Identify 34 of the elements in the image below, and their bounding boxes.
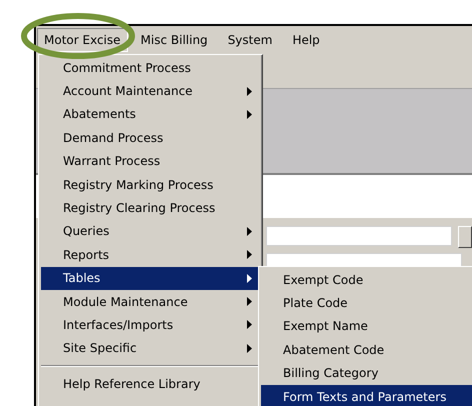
menu-bar-item[interactable]: System [220, 28, 280, 52]
menu-item[interactable]: Interfaces/Imports [41, 313, 260, 337]
menu-item[interactable]: Module Maintenance [41, 290, 260, 314]
menu-item[interactable]: Account Maintenance [41, 79, 260, 103]
submenu-arrow-icon [247, 297, 252, 306]
menu-item[interactable]: Plate Code [261, 291, 472, 315]
menu-item[interactable]: Registry Clearing Process [41, 196, 260, 220]
menu-bar-item[interactable]: Misc Billing [134, 28, 215, 52]
menu-item[interactable]: Tables [41, 266, 260, 290]
menu-item[interactable]: Abatements [41, 102, 260, 126]
submenu-arrow-icon [247, 344, 252, 353]
menu-item[interactable]: Demand Process [41, 126, 260, 150]
menu-item[interactable]: Exempt Code [261, 268, 472, 292]
submenu-arrow-icon [247, 250, 252, 260]
menu-item[interactable]: Queries [41, 220, 260, 244]
submenu-arrow-icon [247, 320, 252, 330]
menu-item[interactable]: Registry Marking Process [41, 172, 260, 196]
menu-item[interactable]: Site Specific [41, 336, 260, 360]
submenu-arrow-icon [247, 226, 252, 236]
menu-item[interactable]: Billing Category [261, 362, 472, 385]
menu-bar-item[interactable]: Help [285, 28, 327, 52]
menu-item[interactable]: Commitment Process [41, 56, 260, 80]
menu-bar-item[interactable]: Motor Excise [37, 28, 128, 52]
menu-item[interactable]: Form Texts and Parameters [261, 384, 472, 406]
menu-item[interactable]: Abatement Code [261, 338, 472, 362]
submenu-arrow-icon [247, 86, 252, 96]
menu-item[interactable]: Help Reference Library [41, 372, 260, 396]
menu-item[interactable]: Warrant Process [41, 150, 260, 173]
submenu-arrow-icon [247, 110, 252, 119]
submenu-arrow-icon [247, 274, 252, 283]
input-field[interactable] [266, 226, 452, 246]
menu-item[interactable]: Exempt Name [261, 314, 472, 338]
side-button[interactable] [458, 226, 472, 248]
menu-item[interactable]: Reports [41, 243, 260, 267]
